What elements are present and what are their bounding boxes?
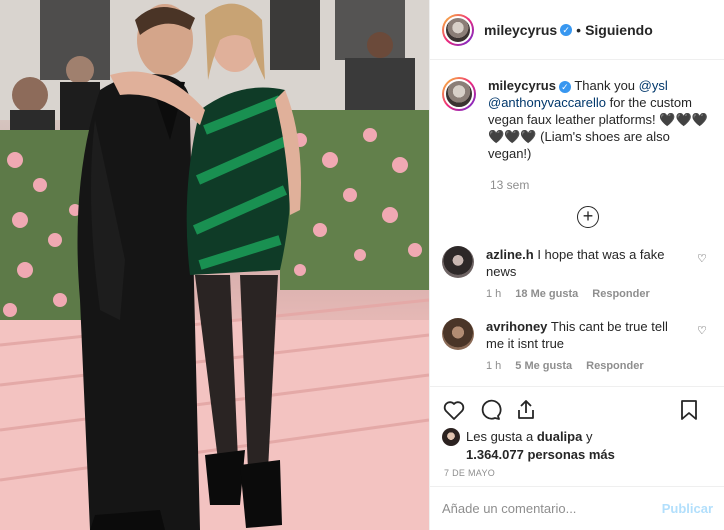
likes-middle: y [582, 429, 593, 444]
comment-meta: 1 h 18 Me gusta Responder [486, 288, 709, 300]
following-button[interactable]: Siguiendo [585, 22, 653, 38]
verified-badge-icon: ✓ [560, 23, 573, 36]
post-actions [430, 386, 724, 432]
author-avatar[interactable] [442, 13, 474, 46]
post-date[interactable]: 7 DE MAYO [444, 468, 495, 478]
post-side-panel: mileycyrus ✓ • Siguiendo mileycyrus ✓ Tha… [429, 0, 724, 530]
liker-avatar[interactable] [442, 428, 460, 446]
mention-anthonyvaccarello[interactable]: @anthonyvaccarello [488, 95, 606, 110]
comment-item: azline.h I hope that was a fake news ♡ [442, 246, 709, 280]
comment-like-heart-icon[interactable]: ♡ [697, 252, 709, 265]
caption-avatar[interactable] [442, 77, 476, 111]
comment-text: avrihoney This cant be true tell me it i… [486, 318, 686, 352]
comment-like-heart-icon[interactable]: ♡ [697, 324, 709, 337]
comment-time[interactable]: 1 h [486, 360, 501, 372]
comment-likes[interactable]: 5 Me gusta [515, 360, 572, 372]
comment-icon[interactable] [478, 398, 502, 422]
caption-text: mileycyrus ✓ Thank you @ysl @anthonyvacca… [488, 77, 709, 162]
caption-text-before: Thank you [574, 78, 639, 93]
commenter-username[interactable]: azline.h [486, 247, 534, 262]
post-caption: mileycyrus ✓ Thank you @ysl @anthonyvacca… [442, 77, 709, 162]
caption-timestamp[interactable]: 13 sem [490, 178, 709, 192]
reply-button[interactable]: Responder [592, 288, 649, 300]
commenter-username[interactable]: avrihoney [486, 319, 547, 334]
comment-input[interactable] [442, 501, 662, 516]
post-image [0, 0, 429, 530]
comment-item: avrihoney This cant be true tell me it i… [442, 318, 709, 352]
separator-dot: • [576, 21, 582, 38]
likes-count[interactable]: 1.364.077 personas más [466, 447, 615, 462]
author-username[interactable]: mileycyrus [484, 22, 557, 38]
comment-meta: 1 h 5 Me gusta Responder [486, 360, 709, 372]
comments-list[interactable]: mileycyrus ✓ Thank you @ysl @anthonyvacca… [430, 61, 724, 385]
likes-prefix: Les gusta a [466, 429, 537, 444]
likes-summary: Les gusta a dualipa y 1.364.077 personas… [442, 428, 615, 464]
likes-text: Les gusta a dualipa y 1.364.077 personas… [466, 428, 615, 464]
publish-button[interactable]: Publicar [662, 501, 713, 516]
caption-username[interactable]: mileycyrus [488, 78, 556, 93]
reply-button[interactable]: Responder [586, 360, 643, 372]
comment-likes[interactable]: 18 Me gusta [515, 288, 578, 300]
mention-ysl[interactable]: @ysl [639, 78, 668, 93]
bookmark-icon[interactable] [677, 398, 701, 422]
heart-icon[interactable] [442, 398, 466, 422]
post-photo[interactable] [0, 0, 429, 530]
commenter-avatar[interactable] [442, 246, 474, 278]
post-header: mileycyrus ✓ • Siguiendo [430, 0, 724, 60]
verified-badge-icon: ✓ [558, 80, 571, 93]
commenter-avatar[interactable] [442, 318, 474, 350]
liker-username[interactable]: dualipa [537, 429, 583, 444]
share-icon[interactable] [514, 398, 538, 422]
comment-time[interactable]: 1 h [486, 288, 501, 300]
comment-text: azline.h I hope that was a fake news [486, 246, 686, 280]
add-comment-bar: Publicar [430, 486, 724, 530]
plus-circle-icon[interactable]: + [577, 206, 599, 228]
